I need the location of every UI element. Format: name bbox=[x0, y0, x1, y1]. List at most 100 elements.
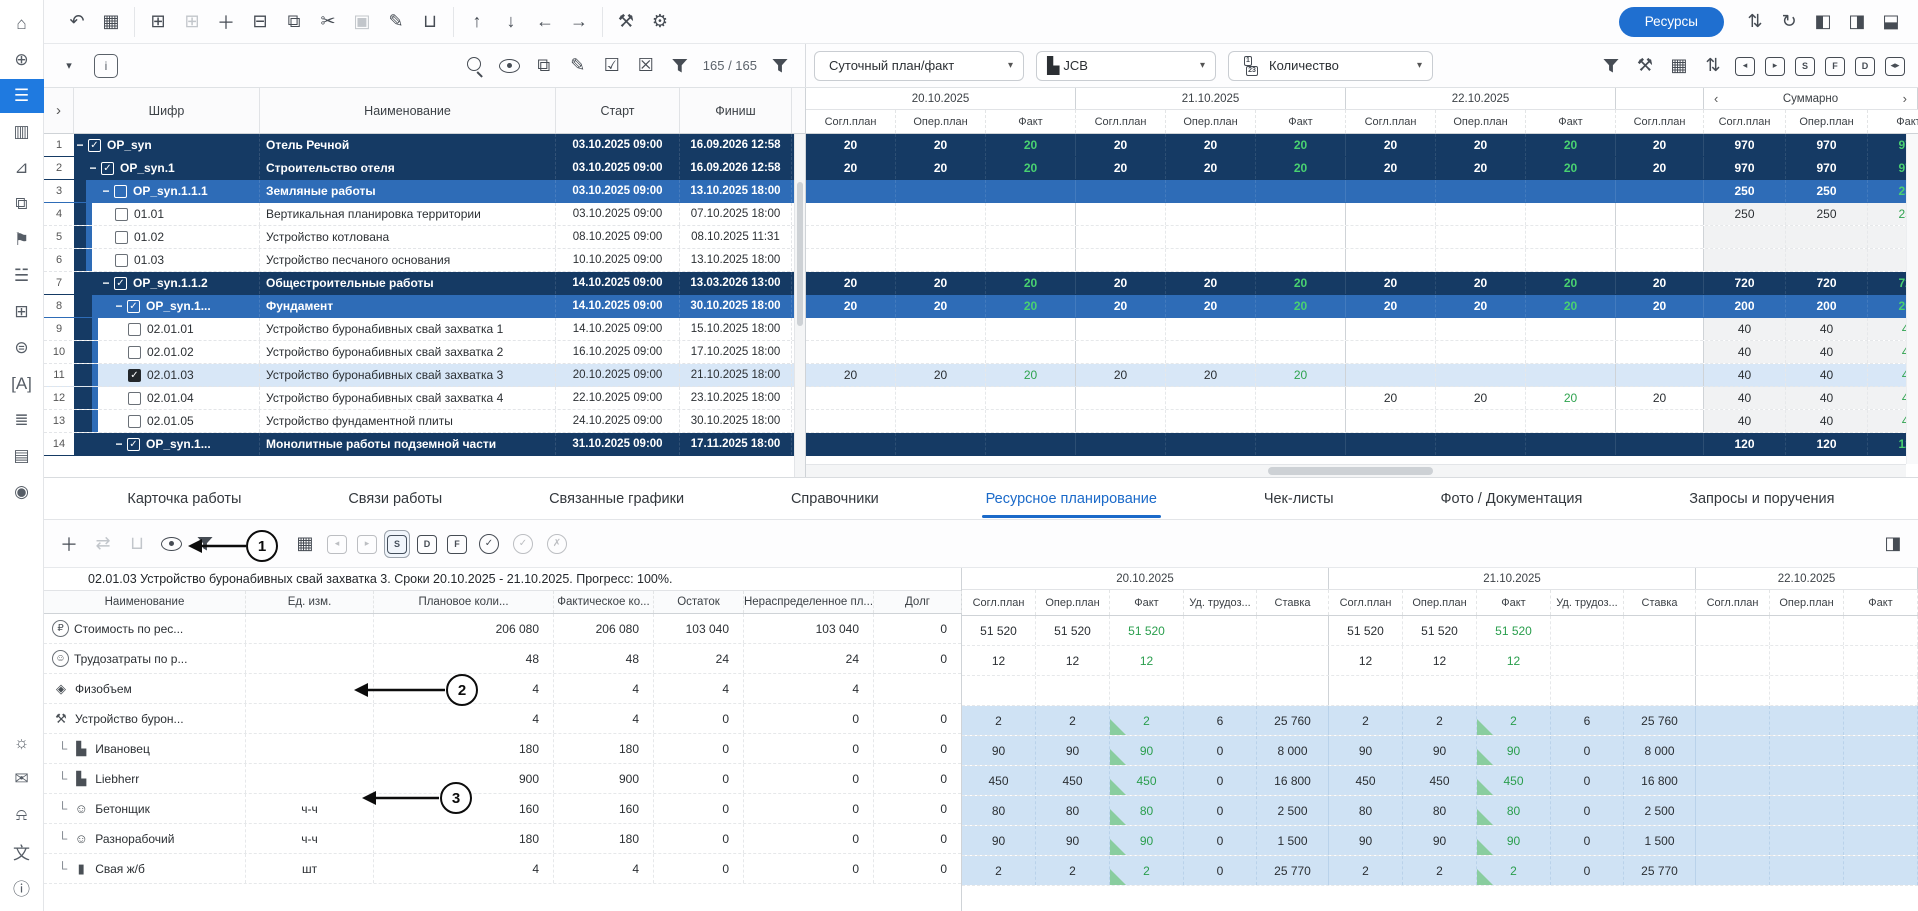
calendar-start-icon[interactable]: S bbox=[1792, 52, 1818, 80]
chevron-left-icon[interactable]: ‹ bbox=[1704, 91, 1728, 106]
row-checkbox[interactable] bbox=[115, 254, 128, 267]
sidebar-item-documents-icon[interactable]: ⧉ bbox=[5, 187, 39, 221]
sidebar-item-theme-icon[interactable]: ☼ bbox=[5, 726, 39, 760]
add-resource-icon[interactable]: ＋ bbox=[54, 529, 84, 559]
eye-icon[interactable] bbox=[495, 51, 525, 81]
resource-grid-row[interactable]: 80808002 50080808002 5000 bbox=[962, 796, 1918, 826]
resource-row[interactable]: └☺Разнорабочийч-ч180180000 bbox=[44, 824, 961, 854]
reject-icon[interactable]: ✗ bbox=[542, 529, 572, 559]
move-down-icon[interactable]: ↓ bbox=[496, 7, 526, 37]
resource-row[interactable]: ₽Стоимость по рес...206 080206 080103 04… bbox=[44, 614, 961, 644]
timeline-row[interactable]: 20202020404040 bbox=[806, 387, 1918, 410]
calculator-icon[interactable]: ▦ bbox=[96, 7, 126, 37]
delete-icon[interactable]: ⊔ bbox=[122, 529, 152, 559]
timeline-row[interactable]: 20202020202020202020970970970 bbox=[806, 134, 1918, 157]
tab-7[interactable]: Запросы и поручения bbox=[1685, 481, 1838, 517]
cut-icon[interactable]: ✂ bbox=[313, 7, 343, 37]
sidebar-item-text-style-icon[interactable]: [A] bbox=[5, 367, 39, 401]
timeline-row[interactable]: 120120120 bbox=[806, 433, 1918, 456]
calendar-finish-icon[interactable]: F bbox=[444, 530, 470, 558]
table-row[interactable]: 1002.01.02Устройство буронабивных свай з… bbox=[44, 341, 805, 364]
resource-row[interactable]: └☺Бетонщикч-ч160160000 bbox=[44, 794, 961, 824]
format-brush-icon[interactable]: ✎ bbox=[381, 7, 411, 37]
sidebar-item-globe-icon[interactable]: ⊕ bbox=[5, 43, 39, 77]
resource-row[interactable]: ☺Трудозатраты по р...484824240 bbox=[44, 644, 961, 674]
sync-icon[interactable]: ⇅ bbox=[1740, 7, 1770, 37]
resource-grid-row[interactable]: 450450450016 800450450450016 8000 bbox=[962, 766, 1918, 796]
tools-icon[interactable]: ⚒ bbox=[1630, 51, 1660, 81]
calendar-grid-icon[interactable]: ▦ bbox=[1664, 51, 1694, 81]
collapse-icon[interactable]: − bbox=[113, 299, 125, 313]
settings-icon[interactable]: ⚙ bbox=[645, 7, 675, 37]
row-checkbox[interactable] bbox=[115, 208, 128, 221]
sidebar-item-board-icon[interactable]: ▥ bbox=[5, 115, 39, 149]
filter-clear-icon[interactable] bbox=[765, 51, 795, 81]
resource-grid-row[interactable] bbox=[962, 676, 1918, 706]
resources-button[interactable]: Ресурсы bbox=[1619, 7, 1724, 37]
timeline-row[interactable] bbox=[806, 249, 1918, 272]
calendar-next-icon[interactable]: ▸ bbox=[1762, 52, 1788, 80]
calendar-duration-icon[interactable]: D bbox=[1852, 52, 1878, 80]
tab-1[interactable]: Связи работы bbox=[344, 481, 446, 517]
calendar-duration-icon[interactable]: D bbox=[414, 530, 440, 558]
timeline-row[interactable] bbox=[806, 226, 1918, 249]
row-checkbox[interactable] bbox=[128, 415, 141, 428]
resource-grid-row[interactable]: 90909008 00090909008 0000 bbox=[962, 736, 1918, 766]
timeline-row[interactable]: 404040 bbox=[806, 410, 1918, 433]
row-checkbox[interactable]: ✓ bbox=[88, 139, 101, 152]
link-node-icon[interactable]: ⊞ bbox=[177, 7, 207, 37]
row-checkbox[interactable]: ✓ bbox=[101, 162, 114, 175]
sidebar-item-hatch-icon[interactable]: ☱ bbox=[5, 259, 39, 293]
paste-icon[interactable]: ▣ bbox=[347, 7, 377, 37]
calendar-finish-icon[interactable]: F bbox=[1822, 52, 1848, 80]
row-checkbox[interactable]: ✓ bbox=[128, 369, 141, 382]
row-checkbox[interactable] bbox=[114, 185, 127, 198]
approved-icon[interactable]: ✓ bbox=[508, 529, 538, 559]
table-row[interactable]: 1302.01.05Устройство фундаментной плиты2… bbox=[44, 410, 805, 433]
calendar-next-icon[interactable]: ▸ bbox=[354, 530, 380, 558]
collapse-icon[interactable]: − bbox=[74, 138, 86, 152]
calendar-grid-icon[interactable]: ▦ bbox=[290, 529, 320, 559]
collapse-icon[interactable]: − bbox=[87, 161, 99, 175]
collapse-icon[interactable]: − bbox=[100, 184, 112, 198]
table-row[interactable]: 2−✓OP_syn.1Строительство отеля03.10.2025… bbox=[44, 157, 805, 180]
row-checkbox[interactable]: ✓ bbox=[114, 277, 127, 290]
timeline-row[interactable]: 202020202020404040 bbox=[806, 364, 1918, 387]
table-row[interactable]: 401.01Вертикальная планировка территории… bbox=[44, 203, 805, 226]
edit-report-icon[interactable]: ✎ bbox=[563, 51, 593, 81]
expand-all-icon[interactable]: › bbox=[44, 88, 74, 133]
table-row[interactable]: 902.01.01Устройство буронабивных свай за… bbox=[44, 318, 805, 341]
chevron-down-icon[interactable]: ▾ bbox=[54, 51, 84, 81]
table-row[interactable]: 7−✓OP_syn.1.1.2Общестроительные работы14… bbox=[44, 272, 805, 295]
table-row[interactable]: 1−✓OP_synОтель Речной03.10.2025 09:0016.… bbox=[44, 134, 805, 157]
chevron-right-icon[interactable]: › bbox=[1893, 91, 1917, 106]
table-row[interactable]: 14−✓OP_syn.1...Монолитные работы подземн… bbox=[44, 433, 805, 456]
sidebar-item-translate-icon[interactable]: 文 bbox=[5, 834, 39, 868]
sync-icon[interactable]: ⇅ bbox=[1698, 51, 1728, 81]
tab-6[interactable]: Фото / Документация bbox=[1436, 481, 1586, 517]
search-icon[interactable] bbox=[461, 51, 491, 81]
move-right-icon[interactable]: → bbox=[564, 7, 594, 37]
row-checkbox[interactable]: ✓ bbox=[127, 438, 140, 451]
undo-icon[interactable]: ↶ bbox=[62, 7, 92, 37]
resource-row[interactable]: ◈Физобъем4444 bbox=[44, 674, 961, 704]
collapse-icon[interactable]: − bbox=[100, 276, 112, 290]
timeline-row[interactable]: 20202020202020202020200200200 bbox=[806, 295, 1918, 318]
resource-row[interactable]: └▮Свая ж/бшт44000 bbox=[44, 854, 961, 884]
sidebar-item-eye-icon[interactable]: ◉ bbox=[5, 475, 39, 509]
collapse-icon[interactable]: − bbox=[113, 437, 125, 451]
move-up-icon[interactable]: ↑ bbox=[462, 7, 492, 37]
table-row[interactable]: 1202.01.04Устройство буронабивных свай з… bbox=[44, 387, 805, 410]
sidebar-item-info-icon[interactable]: ⓘ bbox=[5, 870, 39, 904]
uncheck-all-icon[interactable]: ☒ bbox=[631, 51, 661, 81]
timeline-row[interactable]: 20202020202020202020720720720 bbox=[806, 272, 1918, 295]
tab-3[interactable]: Справочники bbox=[787, 481, 883, 517]
row-checkbox[interactable] bbox=[128, 323, 141, 336]
timeline-row[interactable]: 20202020202020202020970970970 bbox=[806, 157, 1918, 180]
resource-grid-row[interactable]: 222625 760222625 7606 bbox=[962, 706, 1918, 736]
calendar-start-icon[interactable]: S bbox=[384, 530, 410, 558]
move-left-icon[interactable]: ← bbox=[530, 7, 560, 37]
calendar-prev-icon[interactable]: ◂ bbox=[1732, 52, 1758, 80]
resource-row[interactable]: ⚒Устройство бурон...44000 bbox=[44, 704, 961, 734]
timeline-row[interactable]: 250250250 bbox=[806, 180, 1918, 203]
